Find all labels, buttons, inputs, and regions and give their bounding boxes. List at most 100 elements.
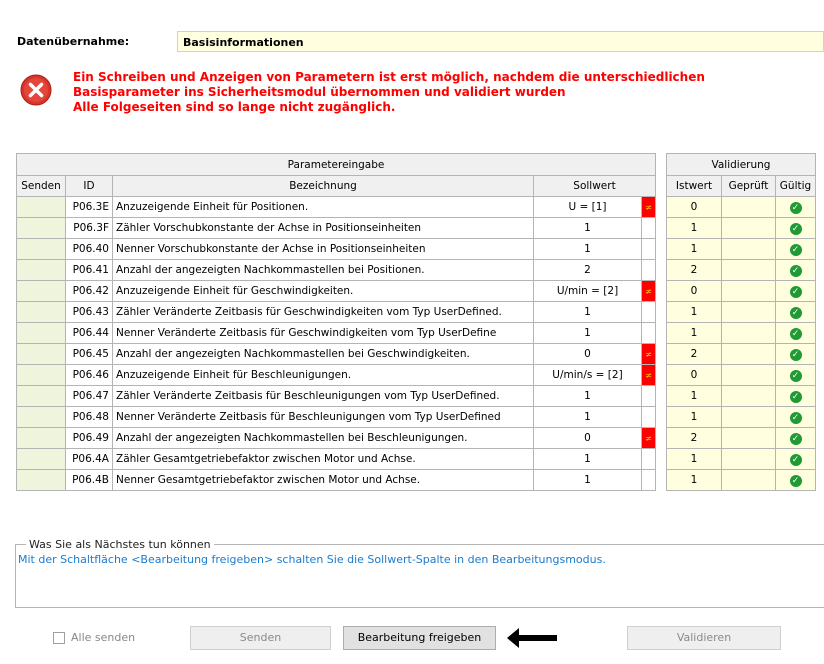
- name-cell: Zähler Veränderte Zeitbasis für Beschleu…: [112, 385, 534, 407]
- table-row[interactable]: P06.4B Nenner Gesamtgetriebefaktor zwisch…: [16, 469, 816, 491]
- table-row[interactable]: P06.48 Nenner Veränderte Zeitbasis für Be…: [16, 406, 816, 428]
- send-cell[interactable]: [16, 280, 66, 302]
- next-steps-text: Mit der Schaltfläche <Bearbeitung freige…: [18, 553, 606, 566]
- gap-cell: [655, 301, 667, 323]
- col-header-name[interactable]: Bezeichnung: [112, 175, 534, 197]
- istwert-cell: 1: [666, 301, 722, 323]
- sollwert-cell[interactable]: 1: [533, 238, 642, 260]
- send-cell[interactable]: [16, 406, 66, 428]
- next-steps-legend: Was Sie als Nächstes tun können: [29, 538, 211, 551]
- gueltig-cell: ✓: [775, 343, 816, 365]
- geprueft-cell: [721, 301, 776, 323]
- sollwert-cell[interactable]: 1: [533, 406, 642, 428]
- sollwert-cell[interactable]: U = [1]: [533, 196, 642, 218]
- checkbox-box[interactable]: [53, 631, 65, 644]
- table-row[interactable]: P06.44 Nenner Veränderte Zeitbasis für Ge…: [16, 322, 816, 344]
- table-row[interactable]: P06.49 Anzahl der angezeigten Nachkommast…: [16, 427, 816, 449]
- sollwert-cell[interactable]: 1: [533, 385, 642, 407]
- gueltig-cell: ✓: [775, 427, 816, 449]
- send-cell[interactable]: [16, 301, 66, 323]
- sollwert-cell[interactable]: 2: [533, 259, 642, 281]
- send-cell[interactable]: [16, 427, 66, 449]
- parameter-table: Parametereingabe Validierung Senden ID B…: [16, 153, 816, 491]
- send-cell[interactable]: [16, 343, 66, 365]
- send-cell[interactable]: [16, 322, 66, 344]
- arrow-left-icon: [507, 628, 557, 648]
- geprueft-cell: [721, 364, 776, 386]
- gap-cell: [655, 280, 667, 302]
- table-row[interactable]: P06.47 Zähler Veränderte Zeitbasis für Be…: [16, 385, 816, 407]
- sollwert-cell[interactable]: 1: [533, 301, 642, 323]
- table-row[interactable]: P06.42 Anzuzeigende Einheit für Geschwind…: [16, 280, 816, 302]
- table-row[interactable]: P06.4A Zähler Gesamtgetriebefaktor zwisch…: [16, 448, 816, 470]
- send-all-checkbox[interactable]: Alle senden: [53, 631, 135, 644]
- table-row[interactable]: P06.46 Anzuzeigende Einheit für Beschleun…: [16, 364, 816, 386]
- istwert-cell: 0: [666, 280, 722, 302]
- table-row[interactable]: P06.3F Zähler Vorschubkonstante der Achse…: [16, 217, 816, 239]
- name-cell: Anzahl der angezeigten Nachkommastellen …: [112, 343, 534, 365]
- geprueft-cell: [721, 406, 776, 428]
- table-row[interactable]: P06.41 Anzahl der angezeigten Nachkommast…: [16, 259, 816, 281]
- valid-check-icon: ✓: [789, 453, 802, 466]
- id-cell: P06.43: [65, 301, 113, 323]
- send-cell[interactable]: [16, 469, 66, 491]
- valid-check-icon: ✓: [789, 411, 802, 424]
- col-header-geprueft[interactable]: Geprüft: [721, 175, 776, 197]
- name-cell: Anzahl der angezeigten Nachkommastellen …: [112, 427, 534, 449]
- diff-flag: [641, 406, 656, 428]
- send-cell[interactable]: [16, 259, 66, 281]
- col-header-send[interactable]: Senden: [16, 175, 66, 197]
- sollwert-cell[interactable]: 0: [533, 343, 642, 365]
- send-cell[interactable]: [16, 196, 66, 218]
- table-row[interactable]: P06.43 Zähler Veränderte Zeitbasis für Ge…: [16, 301, 816, 323]
- sollwert-cell[interactable]: 1: [533, 469, 642, 491]
- col-header-soll[interactable]: Sollwert: [533, 175, 656, 197]
- send-button[interactable]: Senden: [190, 626, 331, 650]
- gap-cell: [655, 217, 667, 239]
- id-cell: P06.48: [65, 406, 113, 428]
- id-cell: P06.42: [65, 280, 113, 302]
- diff-flag: ≠: [641, 364, 656, 386]
- name-cell: Nenner Veränderte Zeitbasis für Geschwin…: [112, 322, 534, 344]
- col-gap: [655, 175, 667, 197]
- table-row[interactable]: P06.3E Anzuzeigende Einheit für Positione…: [16, 196, 816, 218]
- sollwert-cell[interactable]: 0: [533, 427, 642, 449]
- validate-button[interactable]: Validieren: [627, 626, 781, 650]
- id-cell: P06.49: [65, 427, 113, 449]
- edit-enable-button[interactable]: Bearbeitung freigeben: [343, 626, 496, 650]
- diff-flag: ≠: [641, 196, 656, 218]
- sollwert-cell[interactable]: 1: [533, 448, 642, 470]
- name-cell: Anzahl der angezeigten Nachkommastellen …: [112, 259, 534, 281]
- col-header-id[interactable]: ID: [65, 175, 113, 197]
- diff-flag: [641, 217, 656, 239]
- sollwert-cell[interactable]: U/min/s = [2]: [533, 364, 642, 386]
- diff-flag: [641, 322, 656, 344]
- table-row[interactable]: P06.45 Anzahl der angezeigten Nachkommast…: [16, 343, 816, 365]
- istwert-cell: 1: [666, 469, 722, 491]
- sollwert-cell[interactable]: 1: [533, 217, 642, 239]
- gap-cell: [655, 322, 667, 344]
- send-cell[interactable]: [16, 364, 66, 386]
- col-header-gueltig[interactable]: Gültig: [775, 175, 816, 197]
- send-cell[interactable]: [16, 238, 66, 260]
- table-row[interactable]: P06.40 Nenner Vorschubkonstante der Achse…: [16, 238, 816, 260]
- valid-check-icon: ✓: [789, 285, 802, 298]
- takeover-label: Datenübernahme:: [17, 35, 130, 48]
- error-message: Ein Schreiben und Anzeigen von Parameter…: [73, 70, 803, 115]
- gueltig-cell: ✓: [775, 259, 816, 281]
- gueltig-cell: ✓: [775, 469, 816, 491]
- send-cell[interactable]: [16, 217, 66, 239]
- gueltig-cell: ✓: [775, 280, 816, 302]
- col-header-ist[interactable]: Istwert: [666, 175, 722, 197]
- send-cell[interactable]: [16, 448, 66, 470]
- gueltig-cell: ✓: [775, 301, 816, 323]
- valid-check-icon: ✓: [789, 390, 802, 403]
- sollwert-cell[interactable]: 1: [533, 322, 642, 344]
- sollwert-cell[interactable]: U/min = [2]: [533, 280, 642, 302]
- id-cell: P06.3E: [65, 196, 113, 218]
- diff-flag: [641, 301, 656, 323]
- gap-cell: [655, 364, 667, 386]
- send-cell[interactable]: [16, 385, 66, 407]
- gueltig-cell: ✓: [775, 322, 816, 344]
- istwert-cell: 1: [666, 322, 722, 344]
